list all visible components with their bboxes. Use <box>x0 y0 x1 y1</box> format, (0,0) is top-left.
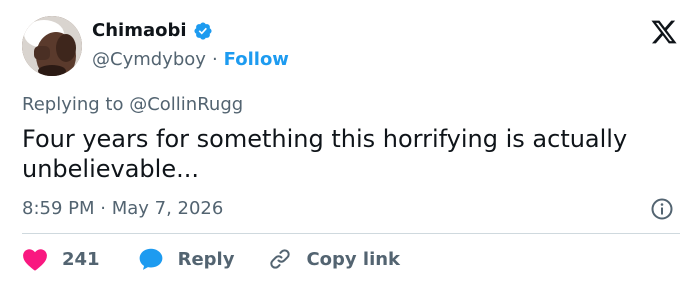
replying-to: Replying to @CollinRugg <box>22 94 243 115</box>
tweet-text: Four years for something this horrifying… <box>22 125 628 183</box>
verified-badge-icon <box>193 21 213 41</box>
reply-bubble-icon <box>138 247 164 271</box>
handle-row: @Cymdyboy · Follow <box>92 49 289 70</box>
info-icon[interactable] <box>650 197 674 221</box>
tweet-timestamp[interactable]: 8:59 PM · May 7, 2026 <box>22 198 223 219</box>
action-bar: 241 Reply Copy link <box>22 247 434 271</box>
user-handle[interactable]: @Cymdyboy <box>92 49 206 70</box>
reply-button[interactable]: Reply <box>138 247 235 271</box>
like-button[interactable]: 241 <box>22 247 100 271</box>
avatar[interactable] <box>22 16 82 76</box>
name-row: Chimaobi <box>92 20 213 41</box>
copy-link-label: Copy link <box>306 248 401 270</box>
avatar-image <box>22 16 82 76</box>
heart-icon <box>22 247 48 271</box>
like-count: 241 <box>62 248 100 270</box>
link-icon <box>268 247 292 271</box>
reply-label: Reply <box>177 248 235 270</box>
x-logo-icon[interactable] <box>650 18 678 46</box>
copy-link-button[interactable]: Copy link <box>268 247 400 271</box>
replying-mention[interactable]: @CollinRugg <box>129 94 243 115</box>
handle-separator: · <box>211 49 218 70</box>
display-name[interactable]: Chimaobi <box>92 20 187 41</box>
tweet-card: Chimaobi @Cymdyboy · Follow Replying to … <box>0 0 700 287</box>
follow-button[interactable]: Follow <box>224 49 289 70</box>
replying-prefix: Replying to <box>22 94 124 115</box>
divider <box>22 233 680 234</box>
